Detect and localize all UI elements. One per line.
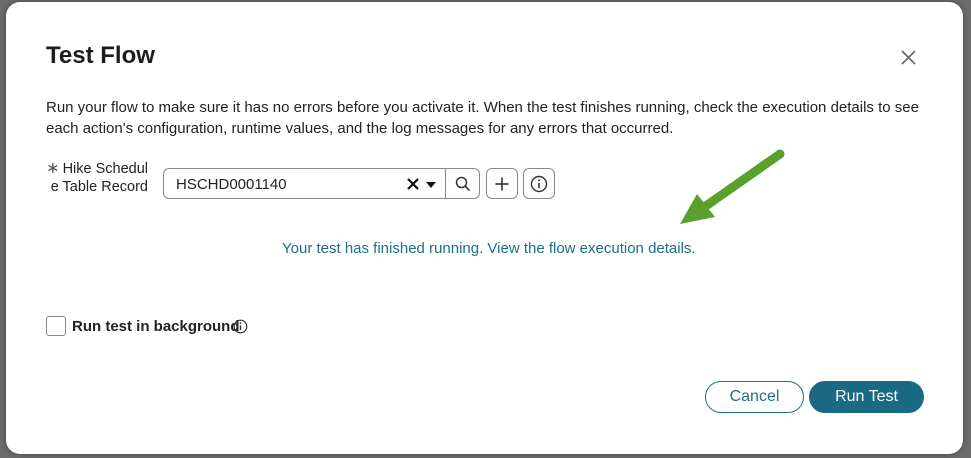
record-field-label: ∗ Hike Schedule Table Record: [46, 160, 148, 196]
dialog-title: Test Flow: [46, 42, 155, 69]
record-reference-value: HSCHD0001140: [176, 176, 287, 193]
record-reference-input[interactable]: HSCHD0001140: [163, 168, 446, 199]
close-icon[interactable]: [895, 44, 921, 70]
arrow-icon: [680, 149, 785, 224]
test-flow-dialog: Test Flow Run your flow to make sure it …: [6, 2, 963, 454]
plus-icon: [495, 177, 509, 190]
info-icon[interactable]: [233, 319, 248, 334]
info-icon: [530, 175, 548, 192]
caret-down-icon[interactable]: [426, 182, 436, 188]
record-info-button[interactable]: [523, 168, 555, 199]
add-record-button[interactable]: [486, 168, 518, 199]
dialog-description: Run your flow to make sure it has no err…: [46, 99, 919, 137]
required-marker: ∗: [46, 160, 60, 177]
cancel-button[interactable]: Cancel: [705, 381, 804, 413]
run-in-background-label: Run test in background: [72, 318, 240, 335]
execution-details-link[interactable]: Your test has finished running. View the…: [282, 240, 696, 257]
run-test-button[interactable]: Run Test: [809, 381, 924, 413]
record-field-label-text: Hike Schedule Table Record: [50, 161, 148, 195]
clear-icon[interactable]: [406, 177, 420, 191]
run-in-background-checkbox[interactable]: [46, 316, 66, 336]
search-icon: [455, 176, 470, 191]
lookup-search-button[interactable]: [446, 168, 480, 199]
